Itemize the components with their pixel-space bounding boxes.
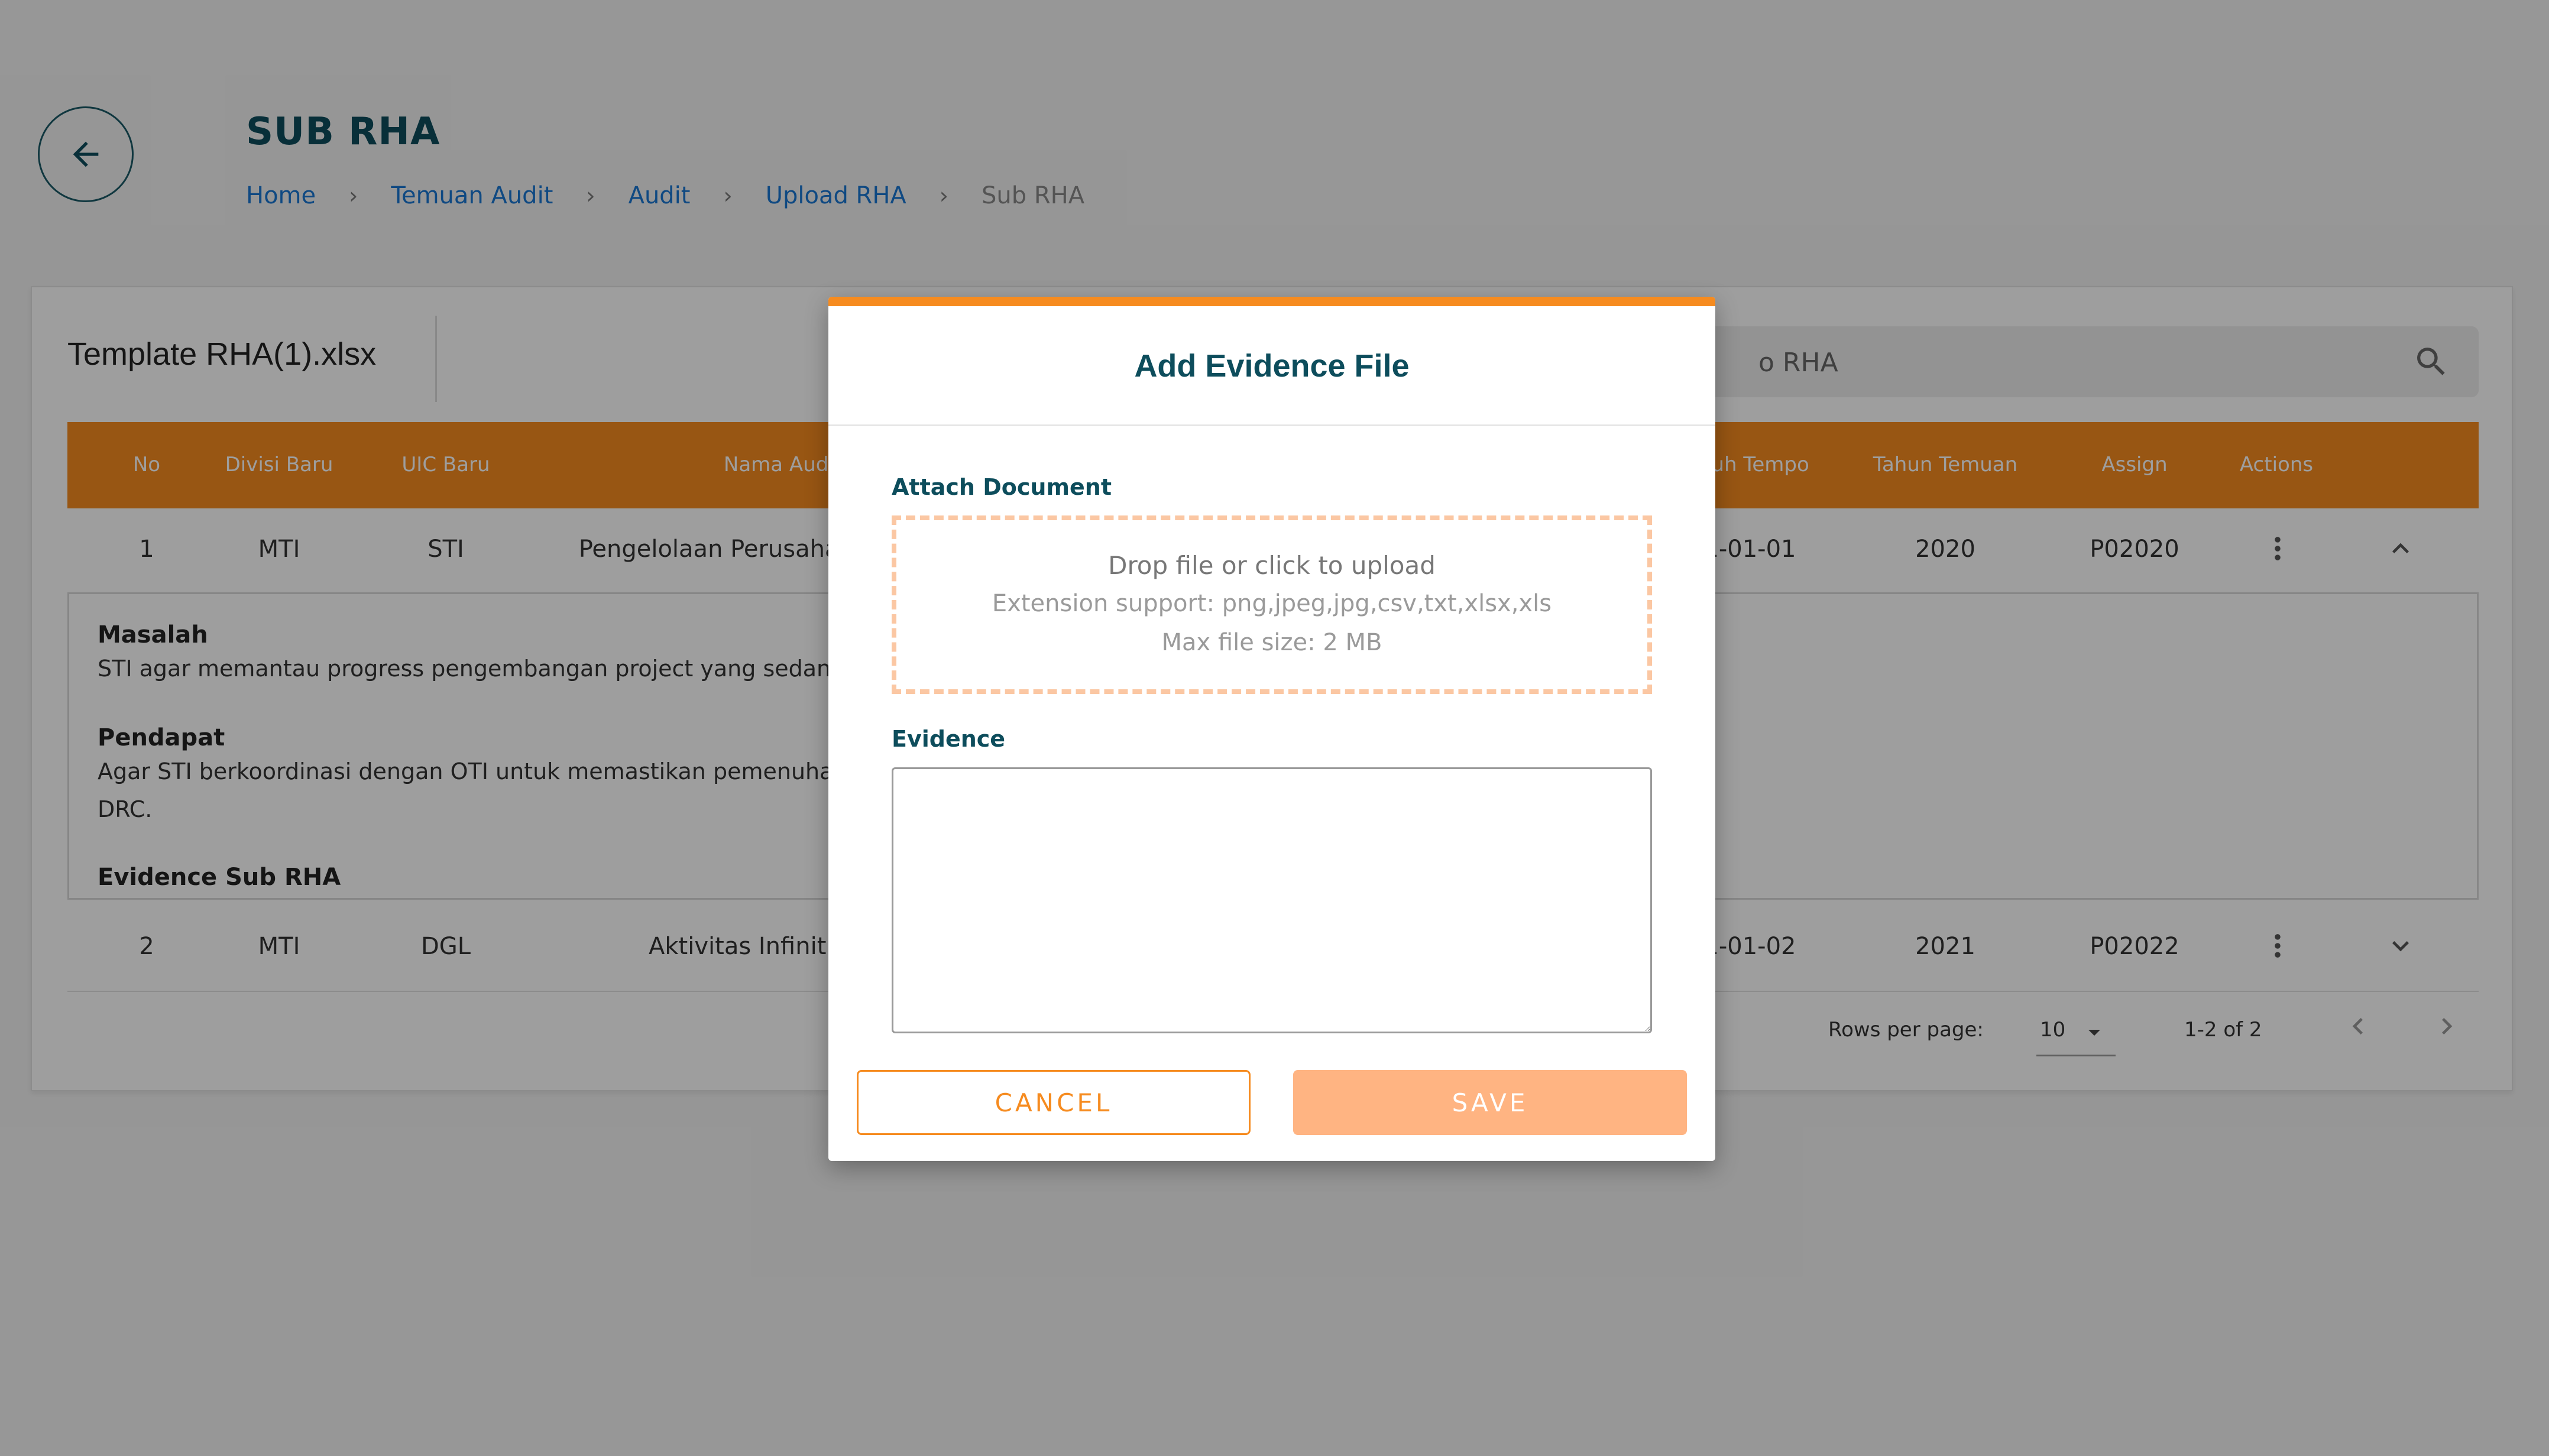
dropzone-instruction: Drop file or click to upload [1108, 551, 1436, 580]
attach-document-label: Attach Document [892, 474, 1112, 500]
page: SUB RHA Home › Temuan Audit › Audit › Up… [0, 0, 2549, 1456]
dialog-accent-bar [828, 297, 1715, 306]
evidence-label: Evidence [892, 726, 1006, 752]
dropzone-max-size: Max file size: 2 MB [1161, 629, 1382, 656]
save-button[interactable]: SAVE [1293, 1070, 1687, 1135]
dropzone-extensions: Extension support: png,jpeg,jpg,csv,txt,… [992, 590, 1552, 617]
dialog-title: Add Evidence File [1134, 348, 1410, 384]
cancel-button[interactable]: CANCEL [857, 1070, 1251, 1135]
evidence-textarea[interactable] [892, 767, 1652, 1033]
add-evidence-dialog: Add Evidence File Attach Document Drop f… [828, 297, 1715, 1161]
divider [828, 424, 1715, 426]
file-dropzone[interactable]: Drop file or click to upload Extension s… [892, 515, 1652, 694]
